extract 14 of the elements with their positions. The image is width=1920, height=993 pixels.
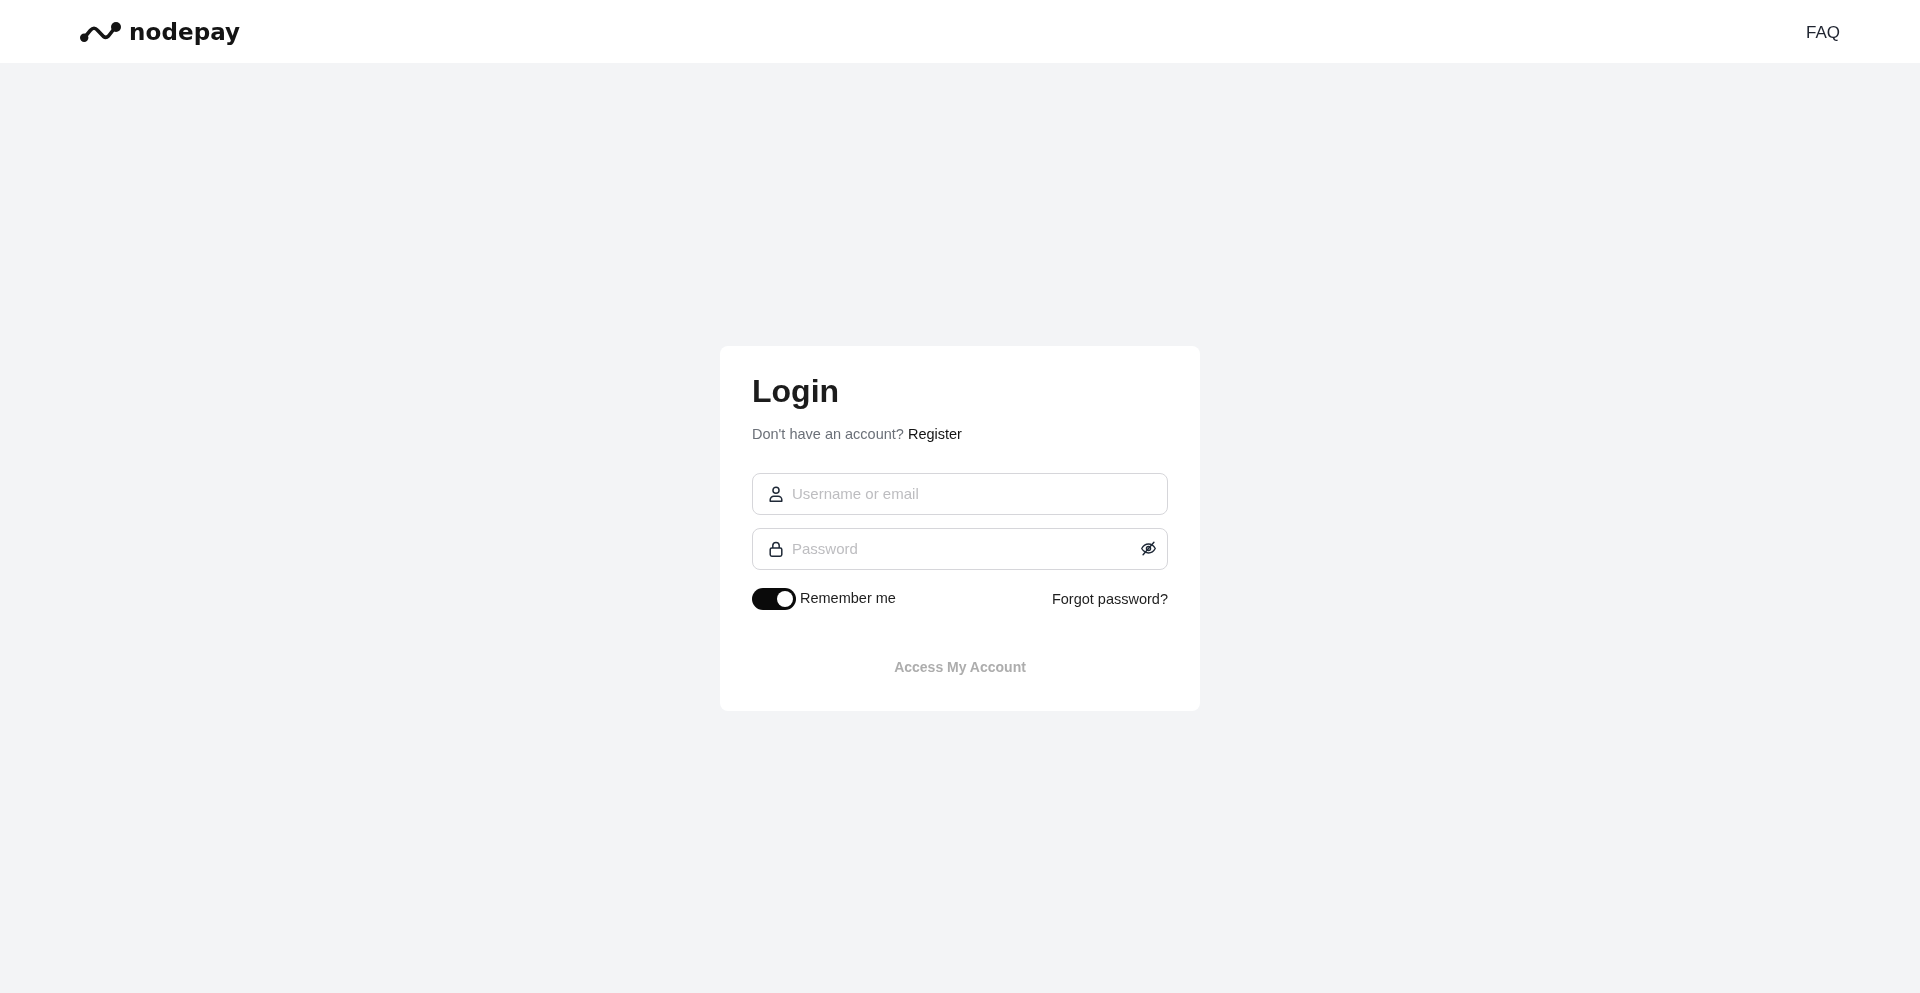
remember-me-label: Remember me bbox=[800, 588, 896, 608]
eye-slash-icon[interactable] bbox=[1141, 541, 1156, 556]
password-field[interactable]: Password bbox=[752, 527, 1168, 570]
lock-icon bbox=[768, 540, 784, 557]
toggle-switch[interactable] bbox=[752, 587, 796, 610]
register-link[interactable]: Register bbox=[907, 422, 962, 445]
signup-prompt: Don't have an account? bbox=[752, 424, 904, 444]
person-icon bbox=[768, 485, 784, 502]
logo-icon bbox=[80, 21, 121, 42]
nav-link[interactable]: FAQ bbox=[1806, 20, 1840, 45]
input-field[interactable]: Username or email bbox=[752, 472, 1168, 515]
login-heading: Login bbox=[752, 371, 840, 411]
forgot-password-link[interactable]: Forgot password? bbox=[1051, 588, 1168, 609]
brand-name: nodepay bbox=[129, 17, 241, 47]
